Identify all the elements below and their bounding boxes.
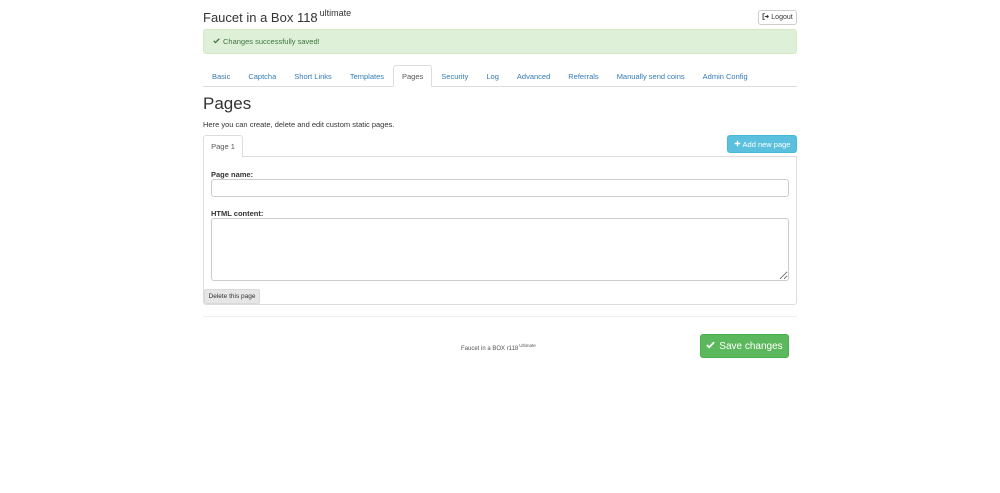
delete-page-button[interactable]: Delete this page [204, 289, 260, 304]
page-description: Here you can create, delete and edit cus… [203, 120, 395, 129]
check-icon [213, 37, 220, 46]
html-content-label: HTML content: [211, 209, 264, 218]
alert-message: Changes successfully saved! [223, 37, 320, 46]
page-tabs-bar [203, 135, 797, 157]
settings-tabs: Basic Captcha Short Links Templates Page… [203, 65, 797, 87]
app-title-text: Faucet in a Box 118 [203, 10, 318, 25]
logout-button[interactable]: Logout [758, 10, 797, 25]
add-new-page-button[interactable]: Add new page [727, 135, 797, 153]
logout-label: Logout [771, 14, 793, 21]
tab-captcha[interactable]: Captcha [239, 66, 285, 87]
check-icon [706, 340, 716, 352]
tab-short-links[interactable]: Short Links [285, 66, 341, 87]
tab-admin-config[interactable]: Admin Config [694, 66, 757, 87]
tab-log[interactable]: Log [477, 66, 508, 87]
tab-templates[interactable]: Templates [341, 66, 393, 87]
sign-out-icon [762, 13, 770, 22]
page-name-input[interactable] [211, 179, 789, 197]
page-title: Pages [203, 94, 252, 113]
admin-page: Faucet in a Box 118 ultimate Logout Chang… [0, 0, 1000, 493]
add-page-label: Add new page [742, 139, 791, 149]
tab-page-1[interactable]: Page 1 [203, 135, 243, 158]
tab-pages[interactable]: Pages [393, 65, 433, 87]
tab-referrals[interactable]: Referrals [559, 66, 607, 87]
tab-manually-send-coins[interactable]: Manually send coins [608, 66, 694, 87]
footer-edition: Ultimate [519, 343, 536, 348]
app-edition: ultimate [319, 8, 352, 18]
tab-basic[interactable]: Basic [203, 66, 239, 87]
success-alert: Changes successfully saved! [203, 29, 797, 54]
footer-divider [203, 316, 797, 317]
tab-security[interactable]: Security [432, 66, 477, 87]
app-title: Faucet in a Box 118 ultimate [203, 8, 351, 25]
footer-text: Faucet in a BOX r118 [461, 346, 519, 352]
save-changes-label: Save changes [719, 340, 783, 352]
save-changes-button[interactable]: Save changes [700, 334, 789, 358]
plus-icon [734, 140, 741, 149]
page-name-label: Page name: [211, 170, 254, 179]
html-content-textarea[interactable] [211, 218, 789, 281]
tab-advanced[interactable]: Advanced [508, 66, 559, 87]
footer-version: Faucet in a BOX r118Ultimate [461, 343, 536, 352]
